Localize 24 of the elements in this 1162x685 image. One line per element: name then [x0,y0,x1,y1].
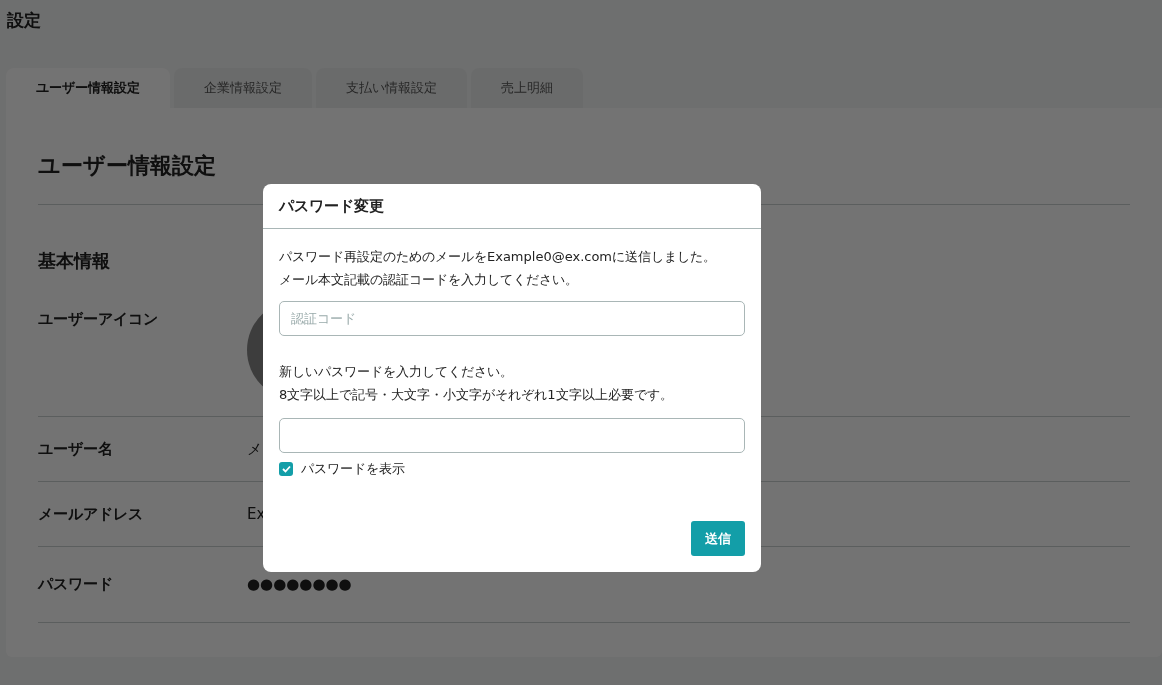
panel-heading: ユーザー情報設定 [38,152,217,180]
instruction-text: パスワード再設定のためのメールをExample0@ex.comに送信しました。 [279,248,718,266]
tab[interactable]: 売上明細 [471,68,583,108]
field-value: メ [247,438,262,460]
field-label: パスワード [38,574,114,596]
new-password-field[interactable] [279,418,745,453]
dialog-title: パスワード変更 [279,195,384,217]
page-title: 設定 [7,9,42,32]
instruction-text: 新しいパスワードを入力してください。 [279,363,514,381]
tab[interactable]: 支払い情報設定 [316,68,467,108]
field-label: ユーザー名 [38,438,114,460]
field-value: ●●●●●●●● [247,574,352,596]
section-heading: 基本情報 [38,249,110,273]
tab[interactable]: 企業情報設定 [174,68,312,108]
checkmark-icon [281,464,291,473]
send-button[interactable]: 送信 [691,521,745,556]
instruction-text: 8文字以上で記号・大文字・小文字がそれぞれ1文字以上必要です。 [279,386,674,404]
checkbox-label: パスワードを表示 [301,460,405,478]
verification-code-field[interactable]: 認証コード [279,301,745,336]
tab[interactable]: ユーザー情報設定 [6,68,170,108]
field-label: メールアドレス [38,503,144,525]
show-password-checkbox[interactable] [279,461,293,476]
field-label: ユーザーアイコン [38,309,159,330]
instruction-text: メール本文記載の認証コードを入力してください。 [279,271,579,289]
